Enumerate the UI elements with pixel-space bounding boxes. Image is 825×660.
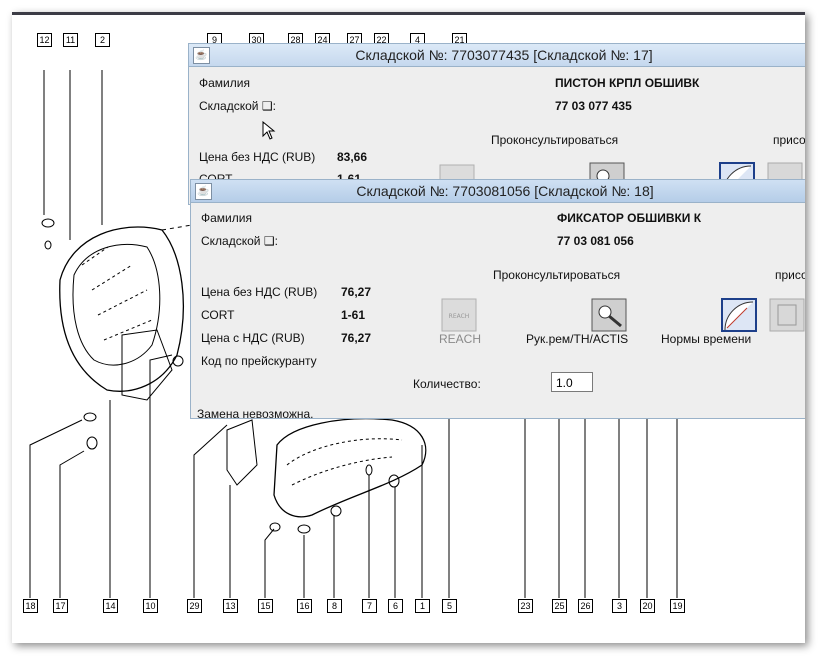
callout-8[interactable]: 8 [327,599,342,613]
callout-15[interactable]: 15 [258,599,273,613]
replacement-note: Замена невозможна. [197,407,314,421]
reach-icon[interactable]: REACH [441,298,477,332]
callout-12[interactable]: 12 [37,33,52,47]
sort-label: СОRT [201,308,235,322]
svg-text:REACH: REACH [449,313,470,320]
stock-number-label: Складской ❑: [199,99,276,113]
consult-label: Проконсультироваться [493,268,621,282]
wrench-icon[interactable] [591,298,627,332]
callout-14[interactable]: 14 [103,599,118,613]
callout-13[interactable]: 13 [223,599,238,613]
window-title: Складской №: 7703077435 [Складской №: 17… [355,47,653,63]
price-list-code-label: Код по прейскуранту [201,354,317,368]
parts-diagram-canvas: 9 30 28 24 27 22 4 21 12 11 2 18 17 14 1… [12,12,805,643]
time-norms-label[interactable]: Нормы времени [661,332,751,346]
clock-icon[interactable] [721,298,757,332]
callout-6[interactable]: 6 [388,599,403,613]
surname-label: Фамилия [201,211,252,225]
part-number: 77 03 077 435 [555,99,632,113]
quantity-label: Количество: [413,377,481,391]
callout-2[interactable]: 2 [95,33,110,47]
callout-10[interactable]: 10 [143,599,158,613]
callout-1[interactable]: 1 [415,599,430,613]
window-titlebar[interactable]: ☕ Складской №: 7703077435 [Складской №: … [189,44,805,67]
callout-11[interactable]: 11 [63,33,78,47]
part-name: ПИСТОН КРПЛ ОБШИВК [555,76,700,90]
callout-26[interactable]: 26 [578,599,593,613]
window-titlebar[interactable]: ☕ Складской №: 7703081056 [Складской №: … [191,180,805,203]
attach-label: присо [775,268,805,282]
callout-19[interactable]: 19 [670,599,685,613]
callout-5[interactable]: 5 [442,599,457,613]
mouse-cursor-icon [262,121,276,140]
window-title: Складской №: 7703081056 [Складской №: 18… [356,183,654,199]
stock-number-label: Складской ❑: [201,234,278,248]
callout-20[interactable]: 20 [640,599,655,613]
attachment-icon[interactable] [769,298,805,332]
callout-29[interactable]: 29 [187,599,202,613]
price-no-vat-label: Цена без НДС (RUB) [199,150,316,164]
callout-16[interactable]: 16 [297,599,312,613]
part-name: ФИКСАТОР ОБШИВКИ К [557,211,702,225]
callout-7[interactable]: 7 [362,599,377,613]
callout-18[interactable]: 18 [23,599,38,613]
quantity-input[interactable]: 1.0 [551,372,593,392]
callout-25[interactable]: 25 [552,599,567,613]
callout-3[interactable]: 3 [612,599,627,613]
callout-23[interactable]: 23 [518,599,533,613]
price-no-vat-label: Цена без НДС (RUB) [201,285,318,299]
reach-label: REACH [439,332,482,346]
price-vat-label: Цена с НДС (RUB) [201,331,305,345]
consult-label: Проконсультироваться [491,133,619,147]
repair-manual-label[interactable]: Рук.рем/TH/ACTIS [526,332,628,346]
callout-17[interactable]: 17 [53,599,68,613]
attach-label: присо [773,133,805,147]
sort-value: 1-61 [341,308,366,322]
price-no-vat-value: 76,27 [341,285,372,299]
surname-label: Фамилия [199,76,250,90]
part-number: 77 03 081 056 [557,234,634,248]
price-vat-value: 76,27 [341,331,372,345]
part-window-18[interactable]: ☕ Складской №: 7703081056 [Складской №: … [190,179,805,421]
price-no-vat-value: 83,66 [337,150,368,164]
